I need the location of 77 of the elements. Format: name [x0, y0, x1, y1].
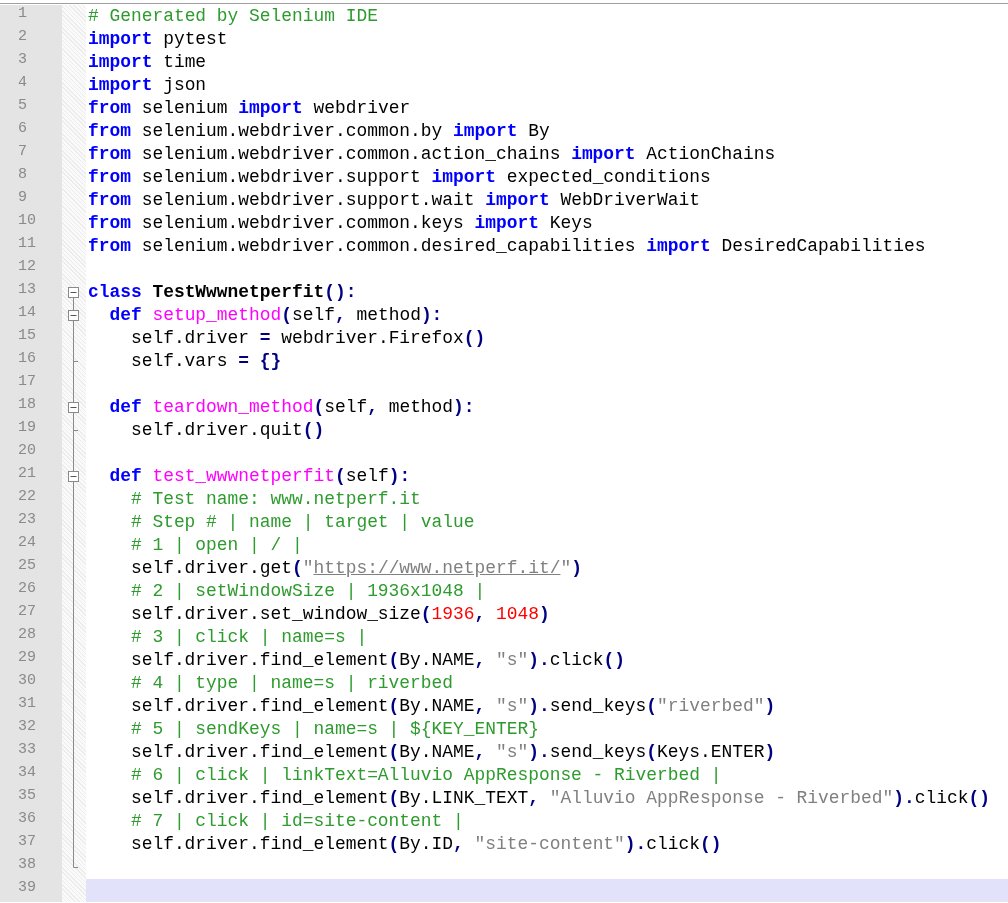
line-number: 1: [18, 5, 27, 24]
code-line: # 4 | type | name=s | riverbed: [130, 672, 454, 695]
line-number: 37: [18, 833, 36, 852]
line-number: 11: [18, 235, 36, 254]
code-line: from selenium.webdriver.common.action_chains import ActionChains: [88, 143, 776, 166]
line-number: 34: [18, 764, 36, 783]
line-number: 22: [18, 488, 36, 507]
code-line: # 2 | setWindowSize | 1936x1048 |: [130, 580, 486, 603]
line-number: 10: [18, 212, 36, 231]
code-line: import pytest: [88, 28, 228, 51]
code-line: from selenium import webdriver: [88, 97, 411, 120]
line-number: 32: [18, 718, 36, 737]
line-number: 31: [18, 695, 36, 714]
line-number: 5: [18, 97, 27, 116]
line-number: 35: [18, 787, 36, 806]
fold-toggle-icon[interactable]: [68, 471, 79, 482]
code-line: from selenium.webdriver.common.by import By: [88, 120, 550, 143]
code-line: # 5 | sendKeys | name=s | ${KEY_ENTER}: [130, 718, 539, 741]
code-line: import time: [88, 51, 207, 74]
code-line: class TestWwwnetperfit():: [88, 281, 357, 304]
code-line: from selenium.webdriver.common.desired_capabilities import DesiredCapabilities: [88, 235, 926, 258]
code-line: # 3 | click | name=s |: [130, 626, 368, 649]
line-number: 38: [18, 856, 36, 875]
line-number: 36: [18, 810, 36, 829]
code-line: self.driver.find_element(By.NAME, "s").send_keys(Keys.ENTER): [130, 741, 776, 764]
code-line: # 6 | click | linkText=Alluvio AppResponse - Riverbed |: [130, 764, 722, 787]
line-number: 25: [18, 557, 36, 576]
code-line: self.driver = webdriver.Firefox(): [130, 327, 486, 350]
fold-toggle-icon[interactable]: [68, 310, 79, 321]
line-number: 12: [18, 258, 36, 277]
line-number: 6: [18, 120, 27, 139]
code-line: self.driver.find_element(By.ID, "site-content").click(): [130, 833, 722, 856]
code-line: # 7 | click | id=site-content |: [130, 810, 464, 833]
code-line: def teardown_method(self, method):: [109, 396, 475, 419]
line-number: 2: [18, 28, 27, 47]
code-line: self.driver.find_element(By.NAME, "s").click(): [130, 649, 625, 672]
code-line: self.vars = {}: [130, 350, 282, 373]
line-number: 18: [18, 396, 36, 415]
code-line: # Test name: www.netperf.it: [130, 488, 421, 511]
line-number: 30: [18, 672, 36, 691]
line-number: 28: [18, 626, 36, 645]
line-number: 24: [18, 534, 36, 553]
line-number: 7: [18, 143, 27, 162]
line-number: 13: [18, 281, 36, 300]
code-line: def setup_method(self, method):: [109, 304, 443, 327]
line-number: 17: [18, 373, 36, 392]
code-line: self.driver.find_element(By.LINK_TEXT, "Alluvio AppResponse - Riverbed").click(): [130, 787, 990, 810]
fold-toggle-icon[interactable]: [68, 402, 79, 413]
code-line: # Step # | name | target | value: [130, 511, 475, 534]
code-line: self.driver.get("https://www.netperf.it/"): [130, 557, 582, 580]
code-line: import json: [88, 74, 207, 97]
line-number: 19: [18, 419, 36, 438]
line-number: 21: [18, 465, 36, 484]
line-number: 16: [18, 350, 36, 369]
line-number: 4: [18, 74, 27, 93]
line-number: 9: [18, 189, 27, 208]
line-number: 29: [18, 649, 36, 668]
line-number: 33: [18, 741, 36, 760]
code-line: # Generated by Selenium IDE: [88, 5, 378, 28]
code-line: self.driver.quit(): [130, 419, 325, 442]
line-number: 15: [18, 327, 36, 346]
code-line: self.driver.find_element(By.NAME, "s").send_keys("riverbed"): [130, 695, 776, 718]
line-number: 23: [18, 511, 36, 530]
line-number: 8: [18, 166, 27, 185]
code-line: # 1 | open | / |: [130, 534, 303, 557]
fold-toggle-icon[interactable]: [68, 287, 79, 298]
code-line: self.driver.set_window_size(1936, 1048): [130, 603, 550, 626]
line-number: 26: [18, 580, 36, 599]
line-number: 3: [18, 51, 27, 70]
line-number: 14: [18, 304, 36, 323]
line-number: 27: [18, 603, 36, 622]
code-line: from selenium.webdriver.common.keys import Keys: [88, 212, 593, 235]
line-number: 39: [18, 879, 36, 898]
code-line: from selenium.webdriver.support.wait import WebDriverWait: [88, 189, 700, 212]
line-number: 20: [18, 442, 36, 461]
code-line: from selenium.webdriver.support import expected_conditions: [88, 166, 711, 189]
code-line: def test_wwwnetperfit(self):: [109, 465, 411, 488]
